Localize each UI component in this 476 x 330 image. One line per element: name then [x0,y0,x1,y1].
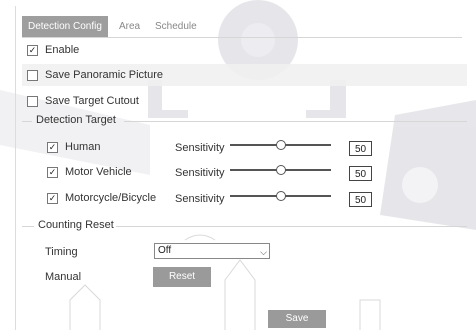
human-sensitivity-value[interactable]: 50 [349,141,372,156]
group-line [22,121,32,122]
reset-button[interactable]: Reset [153,267,211,287]
left-border-line [15,6,16,330]
human-row: ✓ Human [47,141,100,153]
group-line [22,226,34,227]
motor-vehicle-checkbox[interactable]: ✓ [47,166,58,178]
sensitivity-label: Sensitivity [175,142,225,154]
sensitivity-label: Sensitivity [175,167,225,179]
detection-target-title: Detection Target [36,114,116,126]
motorcycle-bicycle-label: Motorcycle/Bicycle [65,192,157,204]
motorcycle-bicycle-sensitivity-slider[interactable] [230,191,331,201]
motorcycle-bicycle-checkbox[interactable]: ✓ [47,192,58,204]
human-checkbox[interactable]: ✓ [47,141,58,153]
slider-thumb[interactable] [275,140,286,150]
slider-thumb[interactable] [275,191,286,201]
enable-checkbox[interactable]: ✓ [27,44,38,56]
save-panoramic-label: Save Panoramic Picture [45,69,163,81]
save-target-cutout-row: Save Target Cutout [27,95,139,107]
enable-label: Enable [45,44,80,56]
human-label: Human [65,141,101,153]
group-line [116,226,467,227]
motor-vehicle-label: Motor Vehicle [65,166,132,178]
tab-detection-config[interactable]: Detection Config [22,16,108,37]
tab-schedule[interactable]: Schedule [149,16,203,37]
timing-select-value: Off [158,245,172,256]
counting-reset-title: Counting Reset [38,219,114,231]
motor-vehicle-sensitivity-value[interactable]: 50 [349,166,372,181]
tab-divider [22,37,462,38]
motorcycle-bicycle-row: ✓ Motorcycle/Bicycle [47,192,156,204]
save-panoramic-checkbox[interactable] [27,69,38,81]
enable-row: ✓ Enable [27,44,79,56]
save-target-cutout-checkbox[interactable] [27,95,38,107]
timing-select[interactable]: Off ⌵ [154,243,270,259]
tab-area[interactable]: Area [113,16,146,37]
timing-label: Timing [45,246,78,258]
sensitivity-label: Sensitivity [175,193,225,205]
motorcycle-bicycle-sensitivity-value[interactable]: 50 [349,192,372,207]
slider-thumb[interactable] [275,165,286,175]
human-sensitivity-slider[interactable] [230,140,331,150]
motor-vehicle-sensitivity-slider[interactable] [230,165,331,175]
save-button[interactable]: Save [268,310,326,328]
group-line [124,121,467,122]
motor-vehicle-row: ✓ Motor Vehicle [47,166,132,178]
chevron-down-icon: ⌵ [260,247,267,257]
save-panoramic-row: Save Panoramic Picture [27,69,163,81]
manual-label: Manual [45,271,82,283]
save-target-cutout-label: Save Target Cutout [45,95,139,107]
